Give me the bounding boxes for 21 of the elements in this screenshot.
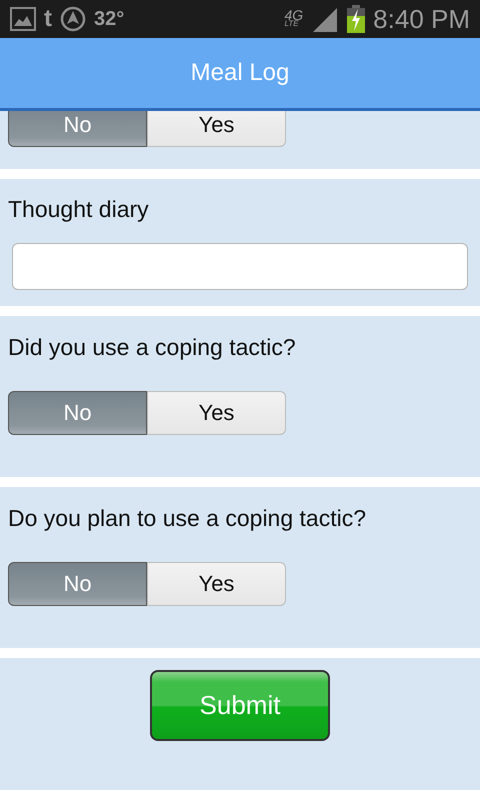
submit-button[interactable]: Submit bbox=[150, 670, 330, 741]
battery-icon bbox=[347, 5, 366, 33]
temperature: 32° bbox=[94, 8, 124, 30]
clock: 8:40 PM bbox=[373, 4, 470, 34]
toggle-option[interactable]: Yes bbox=[147, 562, 286, 606]
diary-field[interactable] bbox=[12, 243, 468, 290]
question-label: Do you plan to use a coping tactic? bbox=[8, 505, 368, 532]
signal-icon bbox=[311, 6, 340, 32]
field-label: Thought diary bbox=[8, 196, 150, 223]
app-letter: t bbox=[44, 5, 52, 33]
toggle-option[interactable]: Yes bbox=[147, 391, 286, 435]
network-type: 4G bbox=[284, 10, 304, 22]
question-label: Did you use a coping tactic? bbox=[8, 334, 297, 361]
navigation-icon bbox=[60, 6, 86, 32]
toggle-option[interactable]: Yes bbox=[147, 111, 286, 147]
toggle-option[interactable]: No bbox=[8, 111, 147, 147]
header-title: Meal Log bbox=[190, 59, 290, 87]
toggle-option[interactable]: No bbox=[8, 391, 147, 435]
picture-icon bbox=[10, 7, 36, 31]
toggle-option[interactable]: No bbox=[8, 562, 147, 606]
network-subtype: LTE bbox=[284, 21, 299, 28]
